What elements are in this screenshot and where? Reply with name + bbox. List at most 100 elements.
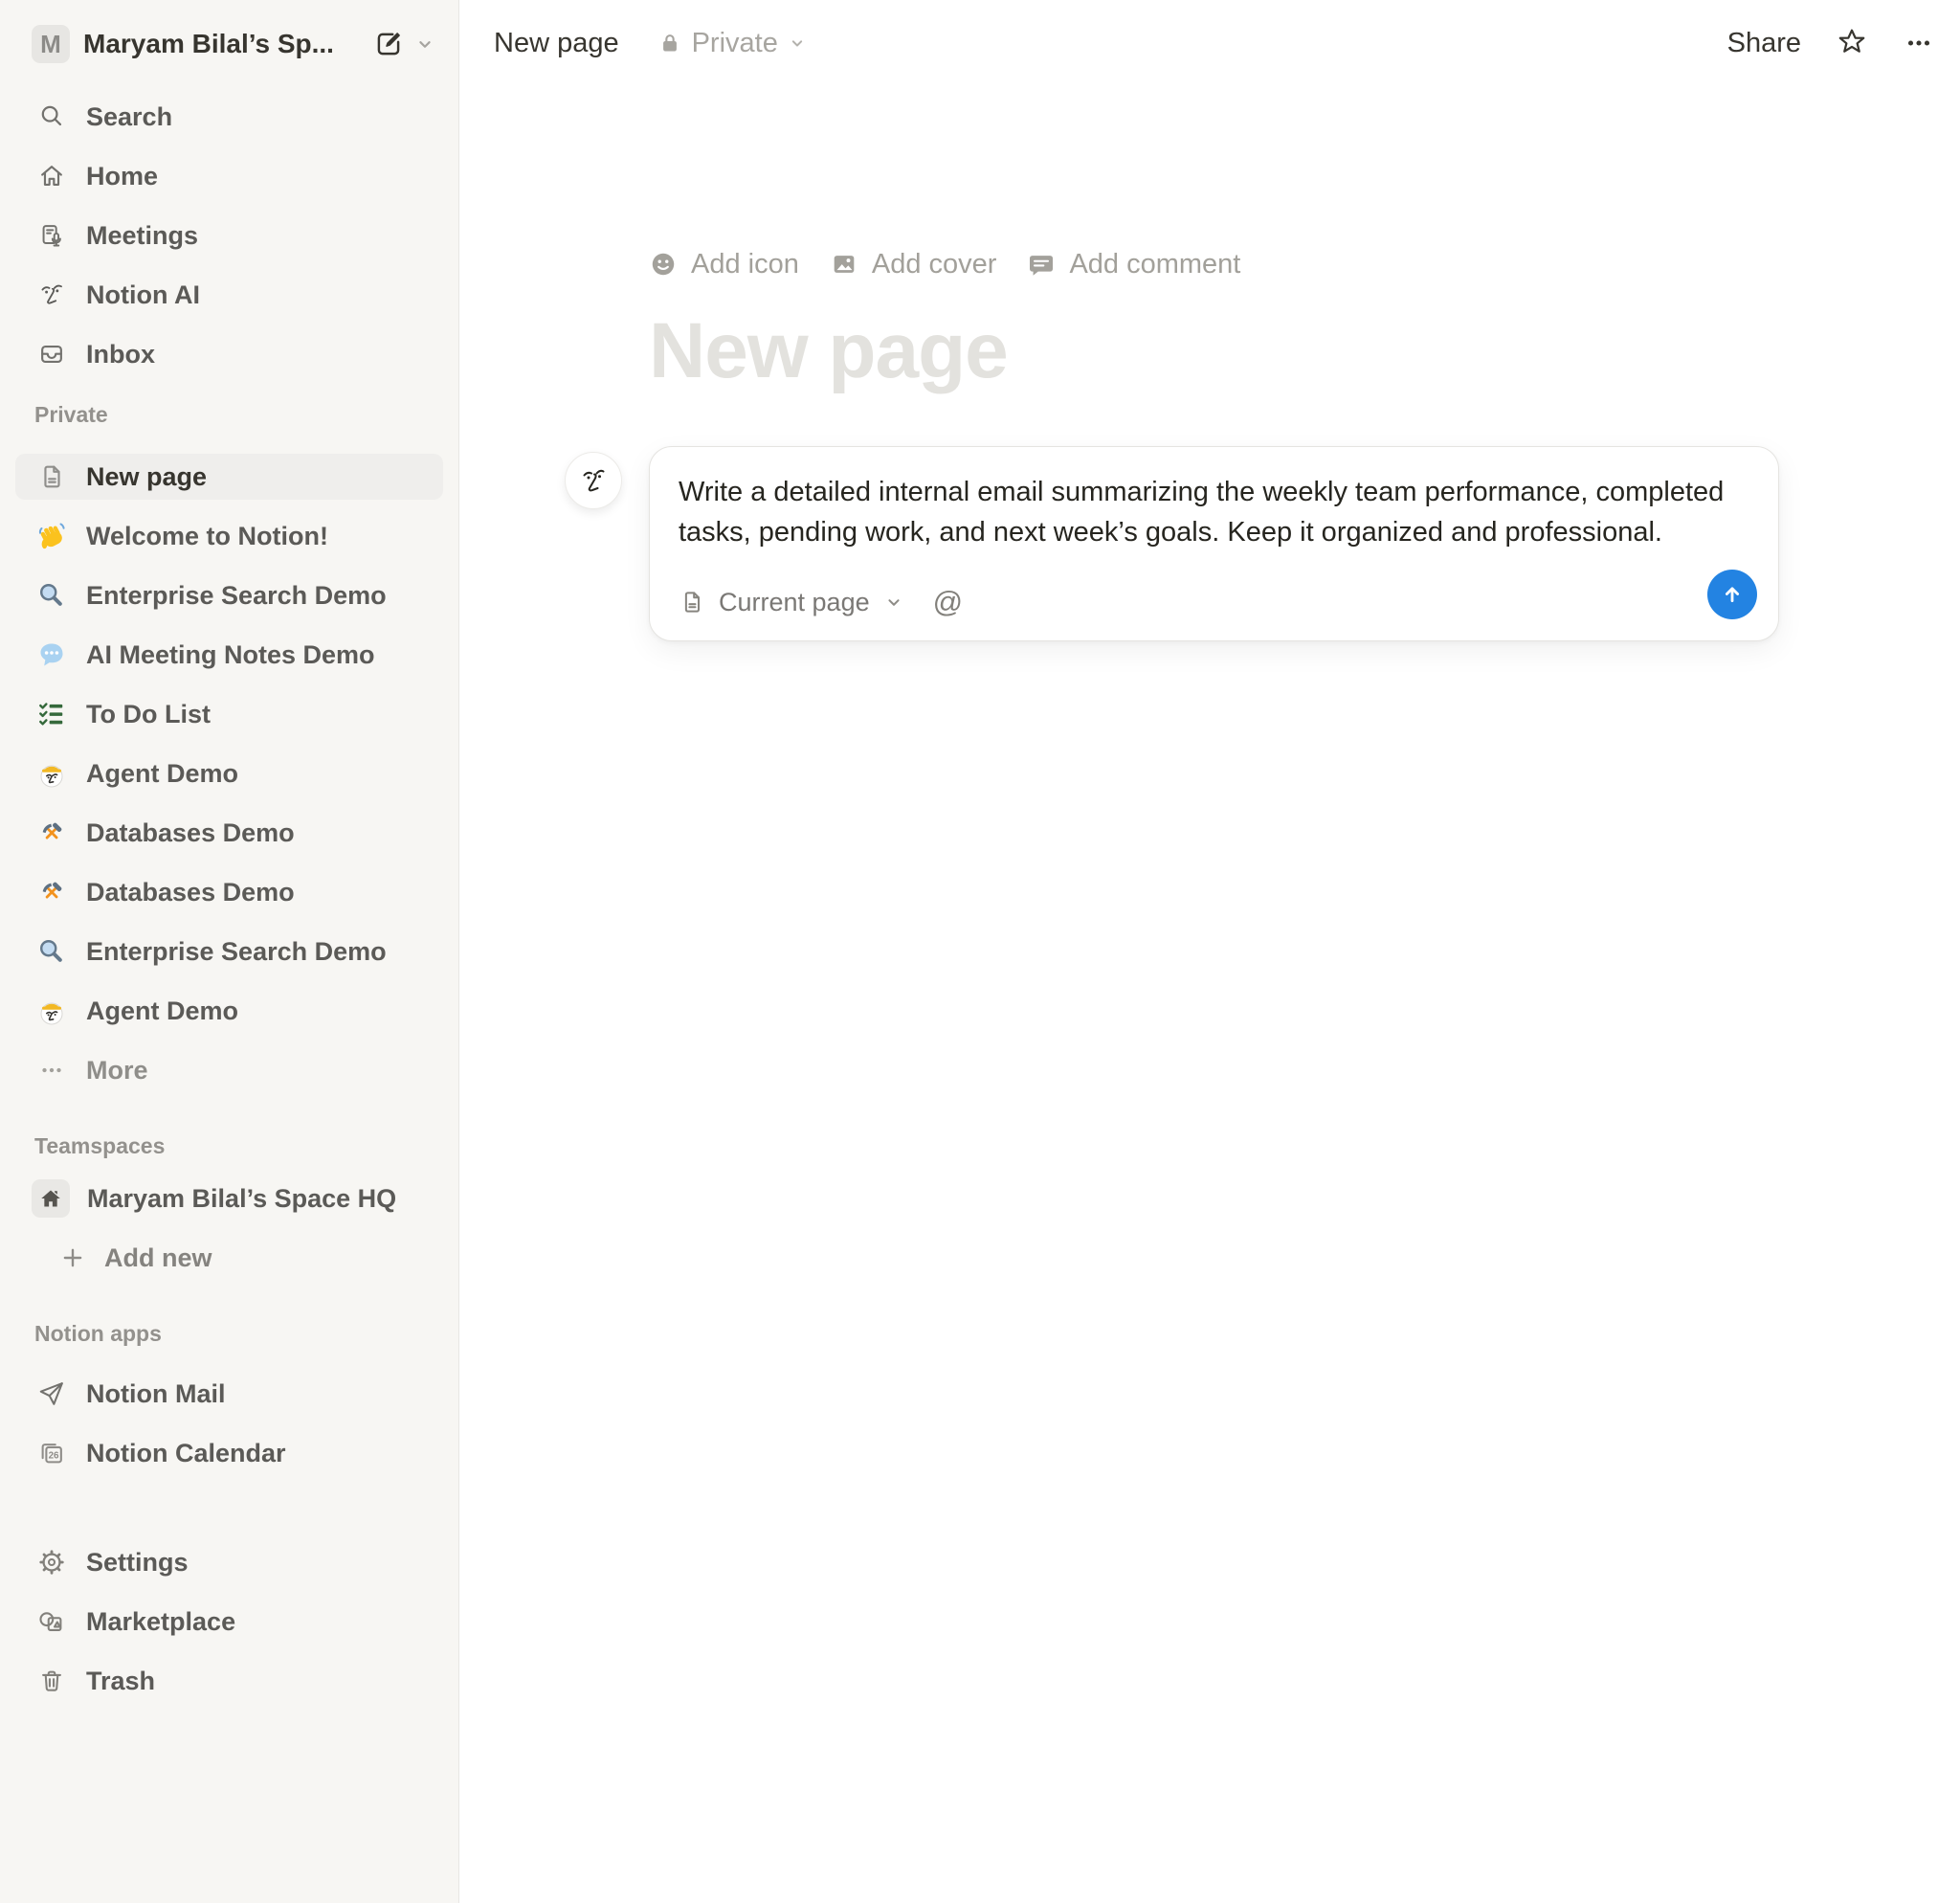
trash-icon [36, 1666, 67, 1696]
sidebar-item-label: Notion Calendar [86, 1439, 286, 1468]
sidebar-item-settings[interactable]: Settings [15, 1539, 443, 1585]
sidebar-nav: Search Home Meetings [0, 94, 458, 377]
shapes-icon [36, 1606, 67, 1637]
sidebar-item-agent-demo-2[interactable]: Agent Demo [15, 988, 443, 1034]
sidebar-item-teamspace-hq[interactable]: Maryam Bilal’s Space HQ [15, 1175, 443, 1221]
add-cover-button[interactable]: Add cover [830, 249, 997, 280]
sidebar-item-label: Agent Demo [86, 759, 238, 789]
chevron-down-icon [788, 34, 807, 53]
send-button[interactable] [1707, 570, 1757, 619]
waving-hand-icon [36, 521, 67, 551]
sidebar-item-search[interactable]: Search [15, 94, 443, 140]
search-icon [36, 101, 67, 132]
sidebar-item-label: AI Meeting Notes Demo [86, 640, 375, 670]
mention-icon[interactable]: @ [933, 585, 963, 619]
workspace-name: Maryam Bilal’s Sp... [83, 29, 359, 59]
sidebar-item-ai-meeting-notes[interactable]: AI Meeting Notes Demo [15, 632, 443, 678]
page-content: Add icon Add cover Add comment New page [459, 86, 1779, 641]
sidebar-item-enterprise-search[interactable]: Enterprise Search Demo [15, 572, 443, 618]
topbar: New page Private Share [459, 0, 1960, 86]
sidebar-item-label: Marketplace [86, 1607, 235, 1637]
home-icon [36, 161, 67, 191]
sidebar-item-label: Databases Demo [86, 818, 295, 848]
teamspaces-section-label: Teamspaces [34, 1131, 458, 1160]
add-comment-button[interactable]: Add comment [1027, 249, 1240, 280]
sidebar-item-label: Agent Demo [86, 996, 238, 1026]
chevron-down-icon[interactable] [414, 34, 435, 55]
sidebar-item-new-page[interactable]: New page [15, 454, 443, 500]
sidebar-item-databases-demo-2[interactable]: Databases Demo [15, 869, 443, 915]
sidebar-item-label: New page [86, 462, 207, 492]
sidebar-item-label: Home [86, 162, 158, 191]
more-dots-icon [36, 1055, 67, 1086]
sidebar-item-label: More [86, 1056, 148, 1086]
scope-selector-label[interactable]: Current page [719, 588, 870, 617]
sidebar-item-label: Meetings [86, 221, 198, 251]
sidebar-item-label: Notion AI [86, 280, 200, 310]
sidebar-item-label: Search [86, 102, 172, 132]
agent-hardhat-icon [36, 758, 67, 789]
add-icon-button[interactable]: Add icon [649, 249, 799, 280]
ai-prompt-text[interactable]: Write a detailed internal email summariz… [679, 472, 1746, 552]
sidebar-item-notion-ai[interactable]: Notion AI [15, 272, 443, 318]
magnifier-emoji-icon [36, 580, 67, 611]
add-cover-label: Add cover [872, 249, 997, 280]
sidebar-item-enterprise-search-2[interactable]: Enterprise Search Demo [15, 929, 443, 974]
image-icon [830, 250, 858, 279]
svg-text:26: 26 [49, 1450, 59, 1461]
ai-prompt-card[interactable]: Write a detailed internal email summariz… [649, 446, 1779, 641]
sidebar-item-label: Databases Demo [86, 878, 295, 907]
sidebar-item-label: Trash [86, 1667, 155, 1696]
add-icon-label: Add icon [691, 249, 799, 280]
chevron-down-icon[interactable] [883, 592, 904, 613]
page-title-placeholder[interactable]: New page [649, 304, 1779, 398]
sidebar-item-inbox[interactable]: Inbox [15, 331, 443, 377]
add-new-teamspace-button[interactable]: Add new [15, 1235, 443, 1281]
sidebar-item-todo-list[interactable]: To Do List [15, 691, 443, 737]
ai-prompt-area: Write a detailed internal email summariz… [649, 446, 1779, 641]
page-icon [36, 461, 67, 492]
speech-balloon-icon [36, 639, 67, 670]
sidebar-item-marketplace[interactable]: Marketplace [15, 1599, 443, 1645]
notion-ai-face-icon [36, 280, 67, 310]
private-section-label: Private [34, 400, 458, 429]
sidebar: M Maryam Bilal’s Sp... Search [0, 0, 459, 1903]
ai-prompt-toolbar: Current page @ [679, 585, 1749, 619]
more-options-icon[interactable] [1903, 27, 1935, 59]
sidebar-item-meetings[interactable]: Meetings [15, 213, 443, 258]
inbox-icon [36, 339, 67, 369]
plus-icon [60, 1245, 85, 1270]
paper-plane-icon [36, 1378, 67, 1409]
sidebar-item-databases-demo[interactable]: Databases Demo [15, 810, 443, 856]
privacy-label: Private [692, 28, 778, 59]
favorite-star-icon[interactable] [1836, 27, 1868, 59]
sidebar-item-home[interactable]: Home [15, 153, 443, 199]
sidebar-item-label: Notion Mail [86, 1379, 225, 1409]
add-comment-label: Add comment [1069, 249, 1240, 280]
privacy-dropdown[interactable]: Private [657, 28, 807, 59]
sidebar-item-welcome[interactable]: Welcome to Notion! [15, 513, 443, 559]
gear-icon [36, 1547, 67, 1578]
sidebar-item-label: Add new [104, 1243, 212, 1273]
compose-icon[interactable] [372, 28, 405, 60]
sidebar-item-notion-calendar[interactable]: 26 Notion Calendar [15, 1430, 443, 1476]
sidebar-item-label: Inbox [86, 340, 155, 369]
sidebar-item-label: Maryam Bilal’s Space HQ [87, 1184, 396, 1214]
arrow-up-icon [1718, 580, 1747, 609]
sidebar-item-trash[interactable]: Trash [15, 1658, 443, 1704]
workspace-switcher[interactable]: M Maryam Bilal’s Sp... [32, 21, 435, 67]
sidebar-item-agent-demo[interactable]: Agent Demo [15, 750, 443, 796]
hammer-and-pick-icon [36, 877, 67, 907]
agent-hardhat-icon [36, 996, 67, 1026]
sidebar-item-notion-mail[interactable]: Notion Mail [15, 1371, 443, 1417]
calendar-icon: 26 [36, 1438, 67, 1468]
breadcrumb-page-title[interactable]: New page [494, 28, 619, 59]
page-action-row: Add icon Add cover Add comment [649, 247, 1779, 281]
notion-apps-section-label: Notion apps [34, 1319, 458, 1348]
sidebar-item-more[interactable]: More [15, 1047, 443, 1093]
notion-app: M Maryam Bilal’s Sp... Search [0, 0, 1960, 1903]
share-button[interactable]: Share [1727, 28, 1801, 59]
sidebar-item-label: Settings [86, 1548, 189, 1578]
hammer-and-pick-icon [36, 817, 67, 848]
smiley-icon [649, 250, 678, 279]
